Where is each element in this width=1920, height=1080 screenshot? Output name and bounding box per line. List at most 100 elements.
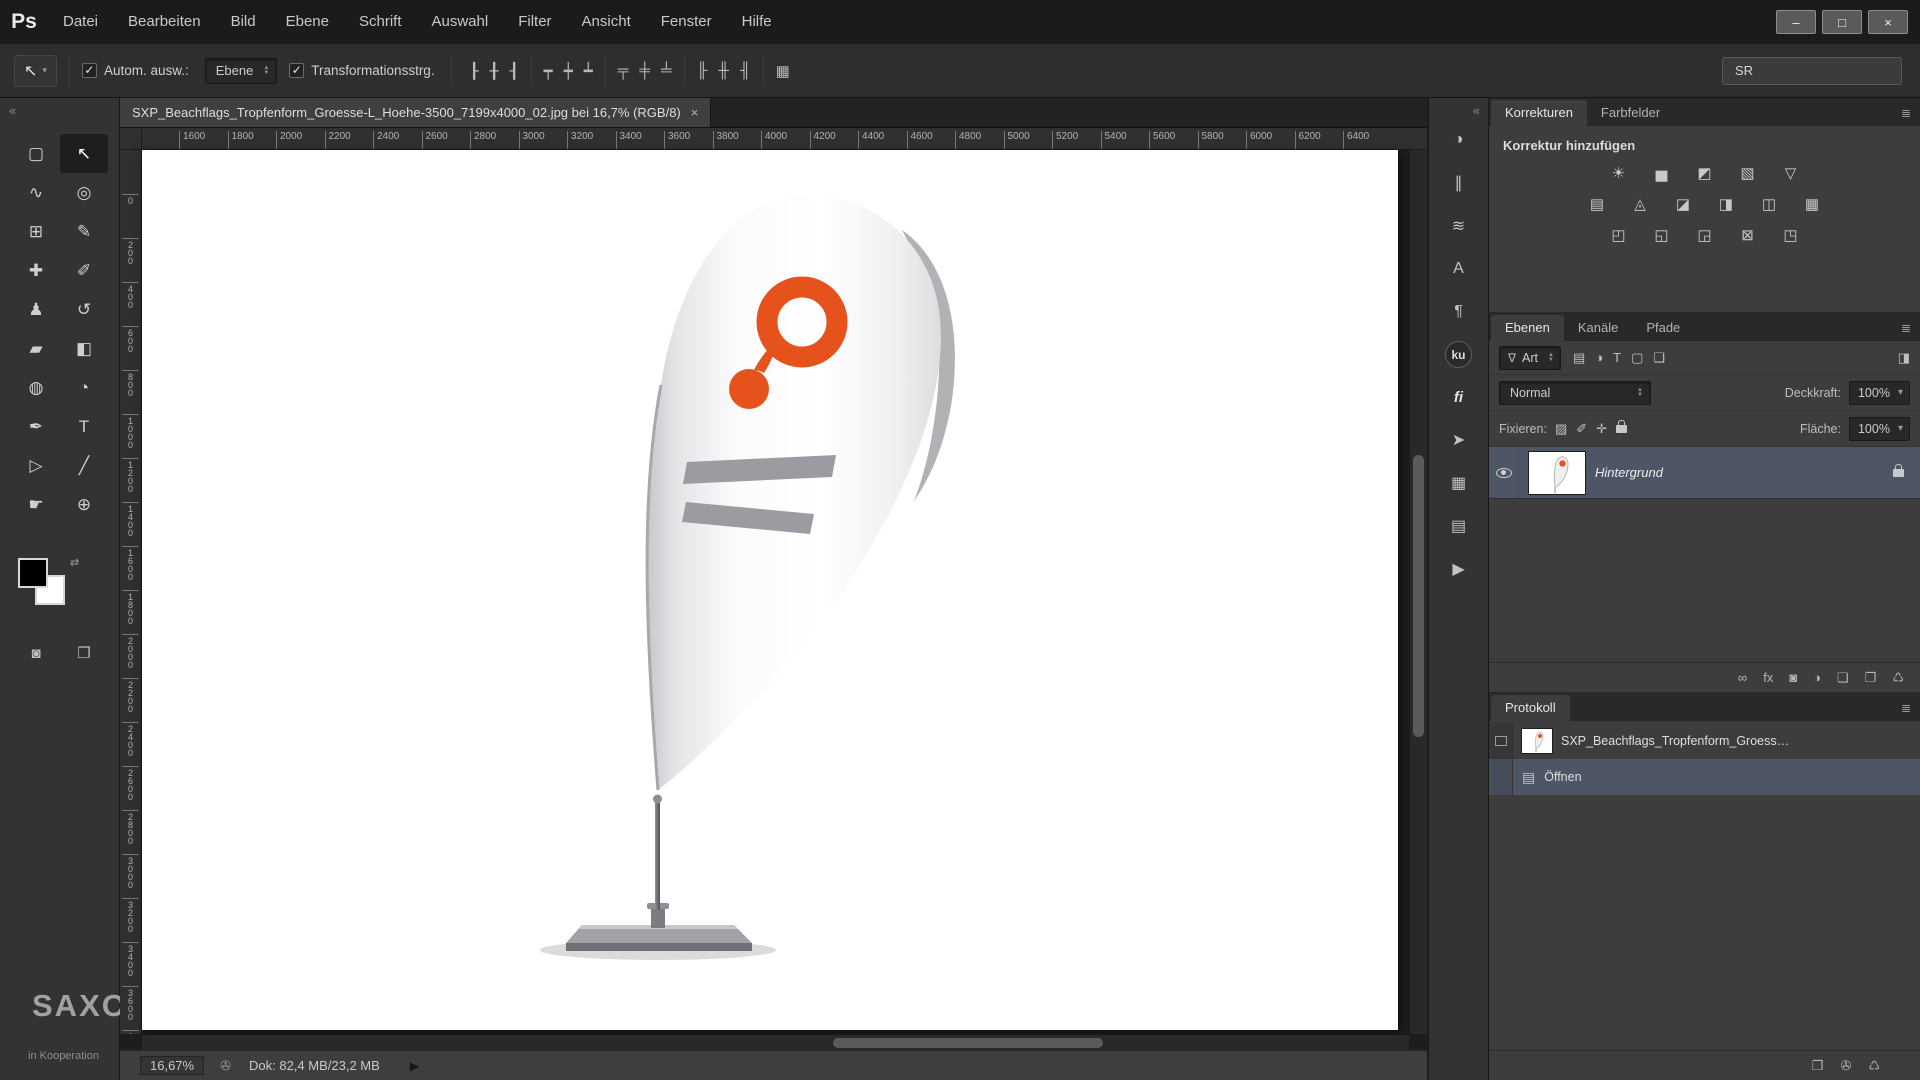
distribute-horizontal-centers-icon[interactable]: ╫ [718,62,729,79]
panel-expand-icon[interactable]: ▶ [1442,555,1476,583]
align-bottom-edges-icon[interactable]: ┷ [584,62,593,80]
brush-tool[interactable]: ✐ [60,251,108,290]
panel-image-icon[interactable]: ▤ [1442,512,1476,540]
status-flyout-icon[interactable]: ▶ [410,1059,419,1073]
auto-select-checkbox[interactable]: ✓ [82,63,97,78]
panel-tool-presets-icon[interactable]: ➤ [1442,426,1476,454]
line-tool[interactable]: ╱ [60,446,108,485]
crop-tool[interactable]: ⊞ [12,212,60,251]
blend-mode-dropdown[interactable]: Normal [1499,381,1651,405]
brightness-contrast-icon[interactable]: ☀ [1606,162,1632,184]
type-tool[interactable]: T [60,407,108,446]
invert-icon[interactable]: ◰ [1606,224,1632,246]
blur-tool[interactable]: ◍ [12,368,60,407]
tab-pfade[interactable]: Pfade [1632,315,1694,341]
gradient-tool[interactable]: ◧ [60,329,108,368]
minimize-button[interactable]: – [1776,10,1816,34]
layer-filter-dropdown[interactable]: ∇ Art [1499,346,1561,370]
distribute-left-edges-icon[interactable]: ╟ [697,62,708,79]
path-selection-tool[interactable]: ▷ [12,446,60,485]
color-balance-icon[interactable]: ◪ [1670,193,1696,215]
layer-mask-icon[interactable]: ◙ [1789,670,1797,685]
panel-swatches-icon[interactable]: ▦ [1442,469,1476,497]
filter-pixel-layers-icon[interactable]: ▤ [1573,350,1585,366]
panel-minibridge-badge[interactable]: fi [1442,383,1476,411]
history-item[interactable]: ▤Öffnen [1489,759,1920,795]
clone-stamp-tool[interactable]: ♟ [12,290,60,329]
workspace-switcher[interactable]: SR [1722,57,1902,85]
new-layer-icon[interactable]: ❐ [1865,670,1877,686]
align-top-edges-icon[interactable]: ┯ [544,62,553,80]
opacity-field[interactable]: 100% [1849,381,1910,405]
menu-item-bild[interactable]: Bild [216,0,271,44]
close-button[interactable]: × [1868,10,1908,34]
threshold-icon[interactable]: ◲ [1692,224,1718,246]
vertical-scrollbar[interactable] [1409,150,1427,1034]
zoom-level-field[interactable]: 16,67% [140,1056,204,1075]
exposure-icon[interactable]: ▧ [1735,162,1761,184]
horizontal-scrollbar-thumb[interactable] [833,1038,1103,1048]
distribute-top-edges-icon[interactable]: ╤ [618,62,629,79]
lock-all-icon[interactable] [1616,420,1627,438]
history-item[interactable]: SXP_Beachflags_Tropfenform_Groess… [1489,723,1920,759]
transform-controls-checkbox[interactable]: ✓ [289,63,304,78]
new-document-from-state-icon[interactable]: ❐ [1812,1058,1824,1074]
panel-kuler-badge[interactable]: ku [1445,341,1472,368]
dodge-tool[interactable]: ◔ [60,368,108,407]
panel-adjustments-icon[interactable]: ◑ [1442,126,1476,154]
zoom-tool[interactable]: ⊕ [60,485,108,524]
filter-smart-objects-icon[interactable]: ❏ [1653,350,1665,366]
lock-transparent-pixels-icon[interactable]: ▨ [1555,421,1567,437]
tab-protokoll[interactable]: Protokoll [1491,695,1570,721]
auto-align-layers-icon[interactable]: ▦ [776,62,790,80]
color-lookup-icon[interactable]: ▽ [1778,162,1804,184]
lock-position-icon[interactable]: ✛ [1596,421,1607,437]
tab-korrekturen[interactable]: Korrekturen [1491,100,1587,126]
panel-menu-icon[interactable]: ≣ [1901,701,1911,715]
auto-select-target-dropdown[interactable]: Ebene [205,58,278,84]
filter-type-layers-icon[interactable]: T [1613,350,1621,366]
panel-character-icon[interactable]: A [1442,255,1476,283]
filter-adjustment-layers-icon[interactable]: ◑ [1595,350,1603,366]
menu-item-bearbeiten[interactable]: Bearbeiten [113,0,216,44]
eraser-tool[interactable]: ▰ [12,329,60,368]
healing-brush-tool[interactable]: ✚ [12,251,60,290]
menu-item-schrift[interactable]: Schrift [344,0,417,44]
tab-kanäle[interactable]: Kanäle [1564,315,1632,341]
menu-item-fenster[interactable]: Fenster [646,0,727,44]
layer-row-background[interactable]: Hintergrund [1489,447,1920,499]
menu-item-datei[interactable]: Datei [48,0,113,44]
panel-paragraph-icon[interactable]: ¶ [1442,298,1476,326]
menu-item-filter[interactable]: Filter [503,0,566,44]
panel-styles-icon[interactable]: ≋ [1442,212,1476,240]
swap-colors-icon[interactable]: ⇄ [70,556,79,569]
layer-group-icon[interactable]: ❏ [1837,670,1849,686]
close-icon[interactable]: × [691,105,699,120]
move-tool[interactable]: ↖ [60,134,108,173]
expand-panels-icon[interactable]: « [1473,103,1480,118]
screen-mode-button[interactable]: ❐ [60,636,108,670]
layer-thumbnail[interactable] [1529,452,1585,494]
layer-visibility-cell[interactable] [1489,447,1519,498]
tab-farbfelder[interactable]: Farbfelder [1587,100,1674,126]
panel-menu-icon[interactable]: ≣ [1901,321,1911,335]
menu-item-auswahl[interactable]: Auswahl [417,0,504,44]
distribute-bottom-edges-icon[interactable]: ╧ [661,62,672,79]
vertical-scrollbar-thumb[interactable] [1413,455,1424,737]
posterize-icon[interactable]: ◱ [1649,224,1675,246]
quick-selection-tool[interactable]: ◎ [60,173,108,212]
rectangular-marquee-tool[interactable]: ▢ [12,134,60,173]
channel-mixer-icon[interactable]: ▦ [1799,193,1825,215]
document-tab[interactable]: SXP_Beachflags_Tropfenform_Groesse-L_Hoe… [120,98,711,127]
distribute-right-edges-icon[interactable]: ╢ [740,62,751,79]
history-brush-tool[interactable]: ↺ [60,290,108,329]
quick-mask-button[interactable]: ◙ [12,636,60,670]
menu-item-ebene[interactable]: Ebene [271,0,344,44]
lock-image-pixels-icon[interactable]: ✐ [1576,421,1587,437]
lasso-tool[interactable]: ∿ [12,173,60,212]
eyedropper-tool[interactable]: ✎ [60,212,108,251]
align-vertical-centers-icon[interactable]: ┿ [564,62,573,80]
horizontal-scrollbar[interactable] [142,1034,1409,1050]
layer-effects-icon[interactable]: fx [1763,670,1773,685]
pen-tool[interactable]: ✒ [12,407,60,446]
